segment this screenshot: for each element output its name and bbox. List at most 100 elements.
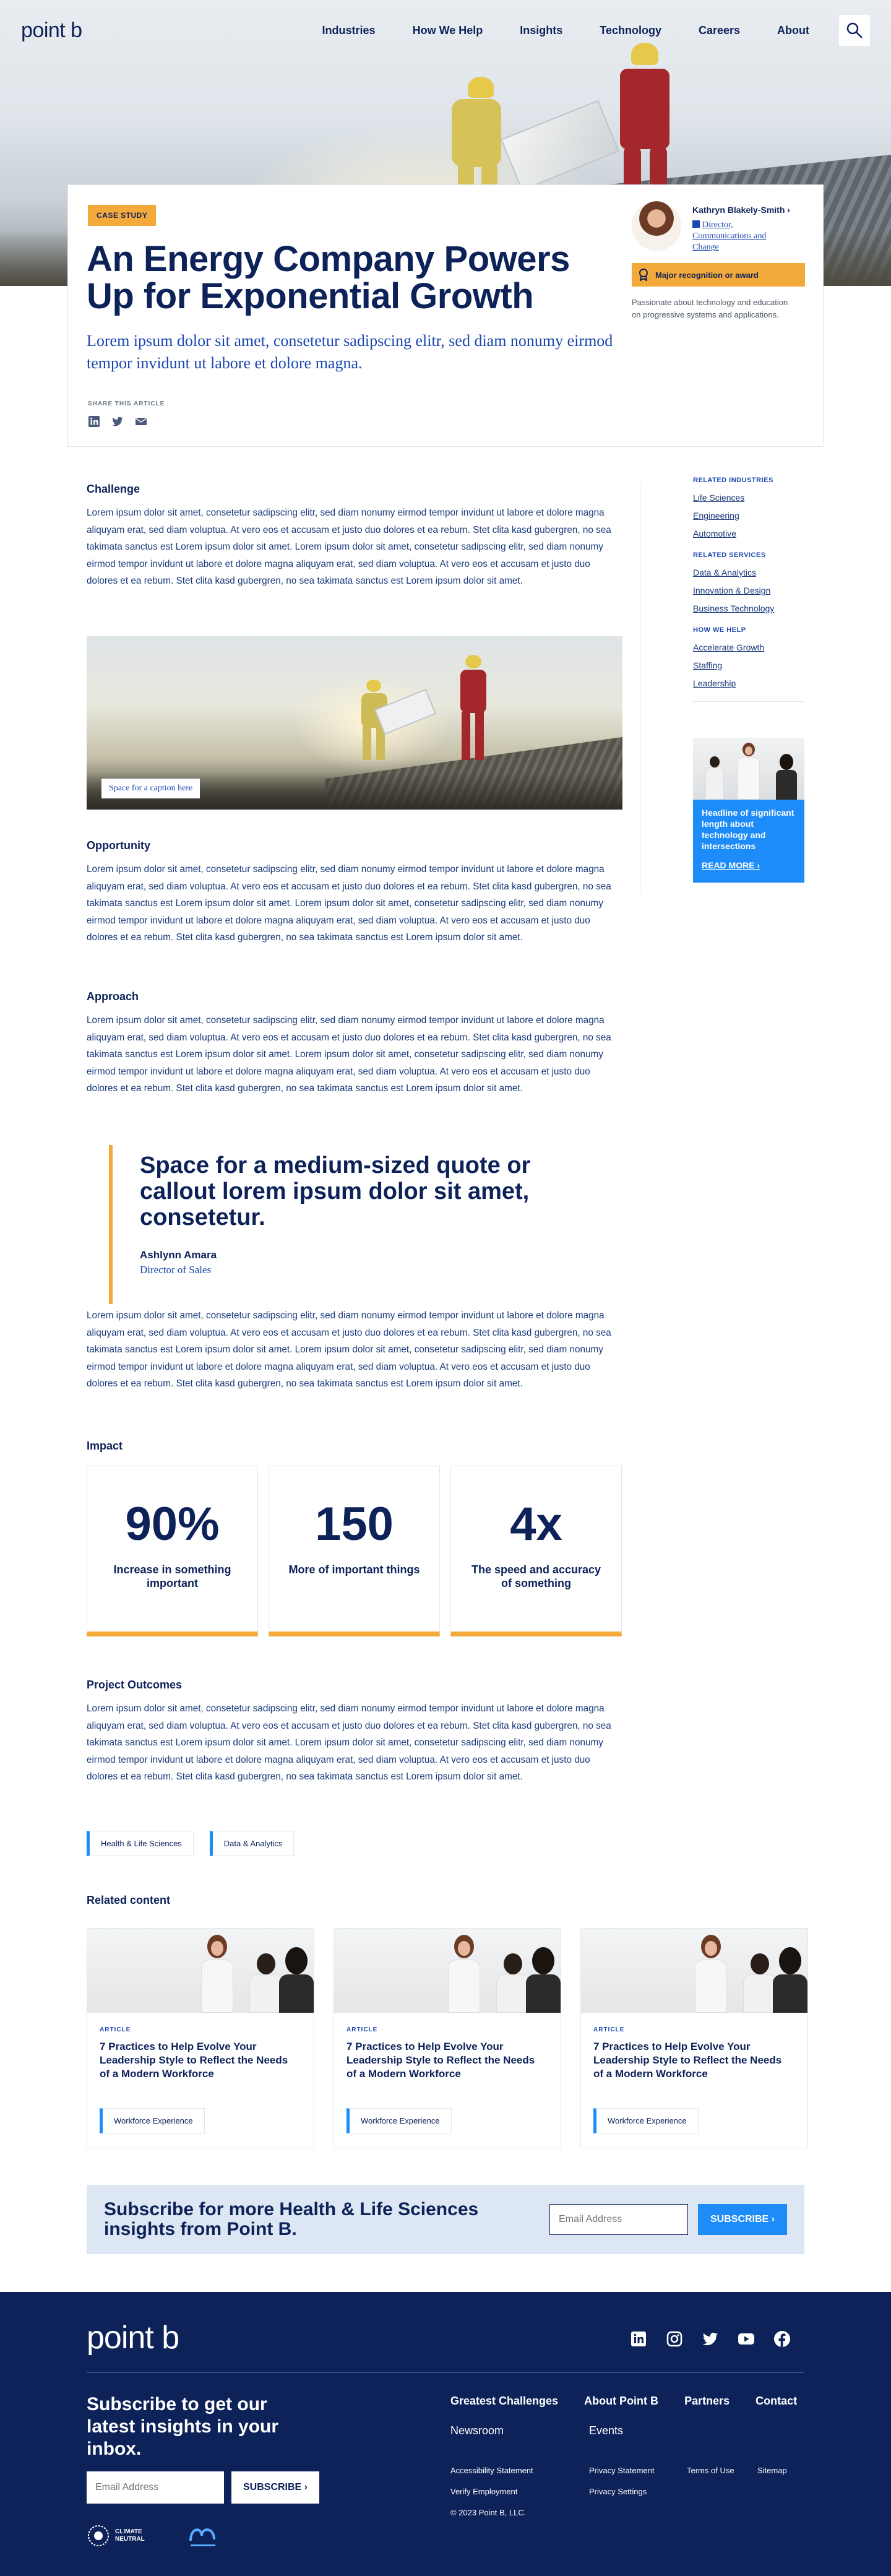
related-services-heading: RELATED SERVICES: [693, 551, 766, 559]
related-industries-heading: RELATED INDUSTRIES: [693, 477, 773, 484]
related-services: RELATED SERVICES Data & Analytics Innova…: [693, 551, 804, 618]
challenge-heading: Challenge: [87, 483, 140, 495]
nav-link-careers[interactable]: Careers: [699, 24, 740, 37]
certification-logo-icon: [189, 2528, 215, 2546]
related-card-kind: ARTICLE: [593, 2026, 625, 2033]
related-content-cards: ARTICLE 7 Practices to Help Evolve Your …: [87, 1928, 808, 2148]
sidebar-link-innovation-design[interactable]: Innovation & Design: [693, 582, 804, 600]
related-card[interactable]: ARTICLE 7 Practices to Help Evolve Your …: [334, 1928, 561, 2148]
footer-link-privacy-settings[interactable]: Privacy Settings: [589, 2481, 655, 2502]
footer-link-accessibility[interactable]: Accessibility Statement: [450, 2460, 533, 2481]
award-label: Major recognition or award: [655, 270, 759, 280]
footer-subscribe-button[interactable]: SUBSCRIBE ›: [231, 2471, 319, 2504]
nav-link-insights[interactable]: Insights: [520, 24, 562, 37]
footer-link-sitemap[interactable]: Sitemap: [757, 2460, 787, 2481]
author-name: Kathryn Blakely-Smith: [692, 205, 785, 215]
subscribe-button-label: SUBSCRIBE: [710, 2214, 769, 2224]
subscribe-banner-text: Subscribe for more Health & Life Science…: [104, 2199, 479, 2239]
stat-value: 4x: [510, 1498, 562, 1550]
nav-link-about[interactable]: About: [777, 24, 809, 37]
climate-neutral-badge: CLIMATE NEUTRAL: [87, 2524, 155, 2548]
stat-value: 90%: [125, 1498, 220, 1550]
footer-logo[interactable]: point b: [87, 2319, 179, 2356]
nav-link-how-we-help[interactable]: How We Help: [413, 24, 483, 37]
footer-link-contact[interactable]: Contact: [755, 2395, 797, 2408]
related-card-tag[interactable]: Workforce Experience: [346, 2108, 452, 2133]
tag-chip[interactable]: Data & Analytics: [209, 1831, 295, 1856]
image-caption: Space for a caption here: [101, 779, 200, 798]
impact-heading: Impact: [87, 1440, 123, 1452]
instagram-icon[interactable]: [666, 2330, 683, 2348]
footer-link-events[interactable]: Events: [589, 2424, 623, 2437]
linkedin-icon[interactable]: [630, 2330, 647, 2348]
chevron-right-icon: ›: [304, 2482, 308, 2492]
subscribe-email-input[interactable]: [549, 2204, 688, 2235]
linkedin-icon: [692, 220, 700, 228]
footer-link-greatest-challenges[interactable]: Greatest Challenges: [450, 2395, 558, 2408]
author-name-link[interactable]: Kathryn Blakely-Smith ›: [692, 205, 790, 215]
subscribe-button[interactable]: SUBSCRIBE ›: [698, 2204, 787, 2235]
tag-chip[interactable]: Health & Life Sciences: [87, 1831, 194, 1856]
page-title: An Energy Company Powers Up for Exponent…: [87, 239, 570, 316]
approach-text: Lorem ipsum dolor sit amet, consetetur s…: [87, 1015, 611, 1094]
footer-link-terms[interactable]: Terms of Use: [687, 2460, 734, 2481]
stat-label: More of important things: [288, 1563, 420, 1576]
quote-author-title: Director of Sales: [140, 1264, 212, 1276]
sidebar-link-leadership[interactable]: Leadership: [693, 675, 804, 693]
opportunity-heading: Opportunity: [87, 839, 150, 852]
related-card[interactable]: ARTICLE 7 Practices to Help Evolve Your …: [580, 1928, 808, 2148]
twitter-icon[interactable]: [111, 415, 124, 428]
footer-secondary-nav: Newsroom Events: [450, 2424, 623, 2437]
related-card-image: [334, 1929, 561, 2013]
linkedin-icon[interactable]: [88, 415, 100, 428]
footer-badges: CLIMATE NEUTRAL: [87, 2522, 220, 2549]
sidebar-link-automotive[interactable]: Automotive: [693, 525, 804, 543]
opportunity-section: Opportunity Lorem ipsum dolor sit amet, …: [87, 839, 622, 946]
author-bio: Passionate about technology and educatio…: [632, 298, 788, 319]
site-logo[interactable]: point b: [21, 19, 82, 43]
footer-legal-col-2: Privacy Statement Privacy Settings: [589, 2460, 655, 2502]
nav-link-technology[interactable]: Technology: [600, 24, 661, 37]
related-content-heading: Related content: [87, 1894, 171, 1906]
footer-subscribe-label: SUBSCRIBE: [243, 2482, 302, 2492]
page-subtitle: Lorem ipsum dolor sit amet, consetetur s…: [87, 332, 613, 372]
author-role-link[interactable]: Director, Communications and Change: [692, 220, 785, 253]
read-more-link[interactable]: READ MORE ›: [693, 859, 804, 871]
related-card-tag[interactable]: Workforce Experience: [100, 2108, 205, 2133]
related-card-kind: ARTICLE: [346, 2026, 378, 2033]
sidebar-link-staffing[interactable]: Staffing: [693, 657, 804, 675]
footer-email-input[interactable]: [87, 2471, 224, 2504]
related-card-tag[interactable]: Workforce Experience: [593, 2108, 699, 2133]
quote-author-name: Ashlynn Amara: [140, 1249, 217, 1261]
nav-link-industries[interactable]: Industries: [322, 24, 376, 37]
sidebar-link-life-sciences[interactable]: Life Sciences: [693, 489, 804, 507]
email-icon[interactable]: [135, 415, 147, 428]
sidebar-promo-card[interactable]: Headline of significant length about tec…: [693, 738, 804, 883]
footer-main-nav: Greatest Challenges About Point B Partne…: [450, 2395, 797, 2408]
approach-heading: Approach: [87, 990, 139, 1003]
sidebar-promo-headline: Headline of significant length about tec…: [702, 808, 794, 851]
sidebar-link-business-technology[interactable]: Business Technology: [693, 600, 804, 618]
chevron-right-icon: ›: [787, 205, 790, 215]
youtube-icon[interactable]: [738, 2330, 755, 2348]
stat-card: 150 More of important things: [269, 1466, 440, 1636]
footer-link-partners[interactable]: Partners: [684, 2395, 730, 2408]
search-icon: [846, 22, 863, 38]
sidebar-link-engineering[interactable]: Engineering: [693, 507, 804, 525]
climate-neutral-icon: [88, 2525, 109, 2546]
chevron-right-icon: ›: [771, 2214, 775, 2224]
footer-link-privacy-statement[interactable]: Privacy Statement: [589, 2460, 655, 2481]
search-button[interactable]: [839, 15, 870, 46]
sidebar-link-accelerate-growth[interactable]: Accelerate Growth: [693, 639, 804, 657]
sidebar-link-data-analytics[interactable]: Data & Analytics: [693, 564, 804, 582]
facebook-icon[interactable]: [773, 2330, 791, 2348]
related-card-kind: ARTICLE: [100, 2026, 131, 2033]
footer-link-about[interactable]: About Point B: [584, 2395, 658, 2408]
read-more-label: READ MORE: [702, 860, 755, 870]
related-card[interactable]: ARTICLE 7 Practices to Help Evolve Your …: [87, 1928, 314, 2148]
top-navigation: point b Industries How We Help Insights …: [0, 0, 891, 61]
twitter-icon[interactable]: [702, 2330, 719, 2348]
footer-link-newsroom[interactable]: Newsroom: [450, 2424, 589, 2437]
footer-link-verify-employment[interactable]: Verify Employment: [450, 2481, 533, 2502]
post-quote-text: Lorem ipsum dolor sit amet, consetetur s…: [87, 1310, 611, 1389]
